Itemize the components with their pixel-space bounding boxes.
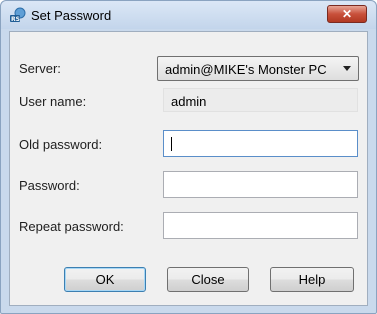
help-button[interactable]: Help (270, 267, 354, 292)
user-name-label: User name: (19, 94, 87, 109)
title-bar[interactable]: RS Set Password ✕ (1, 1, 376, 29)
chevron-down-icon (343, 66, 351, 71)
server-select-value: admin@MIKE's Monster PC (165, 62, 327, 77)
text-caret (171, 137, 172, 151)
repeat-password-input[interactable] (163, 212, 358, 239)
server-label: Server: (19, 61, 61, 76)
user-name-value: admin (171, 94, 207, 109)
repeat-password-label: Repeat password: (19, 219, 124, 234)
user-name-field: admin (163, 88, 358, 112)
close-window-button[interactable]: ✕ (327, 5, 367, 23)
close-button[interactable]: Close (167, 267, 249, 292)
window-title: Set Password (31, 8, 112, 23)
password-input[interactable] (163, 171, 358, 198)
set-password-dialog: RS Set Password ✕ Server: admin@MIKE's M… (0, 0, 377, 314)
password-label: Password: (19, 178, 80, 193)
svg-text:RS: RS (11, 16, 20, 23)
ok-button[interactable]: OK (64, 267, 146, 292)
old-password-input[interactable] (163, 130, 358, 157)
rs-key-icon: RS (10, 7, 26, 23)
close-icon: ✕ (341, 7, 353, 21)
server-select[interactable]: admin@MIKE's Monster PC (157, 56, 359, 81)
old-password-label: Old password: (19, 137, 103, 152)
